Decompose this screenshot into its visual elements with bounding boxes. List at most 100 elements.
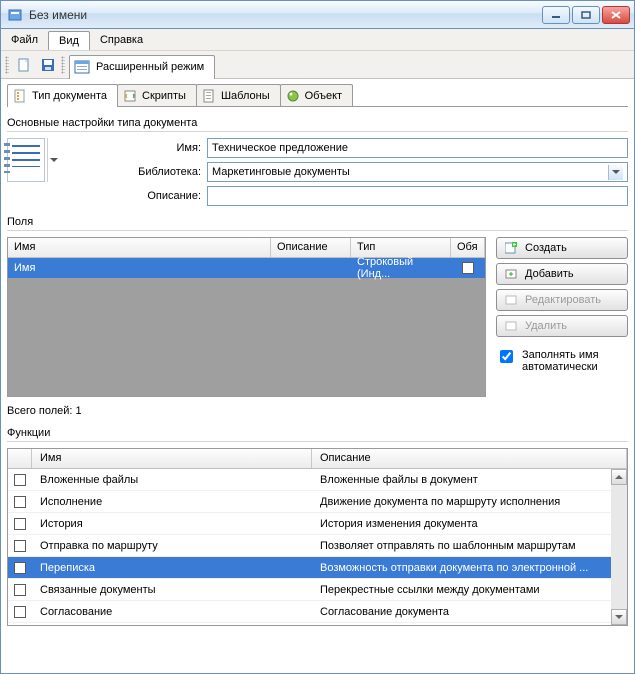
col-req[interactable]: Обя [451,238,485,257]
fields-grid-row[interactable]: Имя Строковый (Инд... [8,258,485,278]
function-desc: История изменения документа [312,518,627,530]
menu-view[interactable]: Вид [48,31,90,50]
icon-dropdown[interactable] [47,138,59,182]
scroll-up-icon[interactable] [611,469,627,485]
create-button[interactable]: Создать [496,237,628,259]
functions-header: Имя Описание [8,449,627,469]
field-required-checkbox[interactable] [462,262,474,274]
create-icon [503,240,519,256]
create-label: Создать [525,242,567,254]
fields-grid[interactable]: Имя Описание Тип Обя Имя Строковый (Инд.… [7,237,486,397]
function-row[interactable]: ПерепискаВозможность отправки документа … [8,557,627,579]
function-desc: Согласование документа [312,606,627,618]
field-name: Имя [8,262,271,274]
extended-mode-button[interactable]: Расширенный режим [69,55,215,79]
functions-scrollbar[interactable] [611,469,627,625]
function-name: Связанные документы [32,584,312,596]
function-name: История [32,518,312,530]
object-icon [285,88,301,104]
func-col-name[interactable]: Имя [32,449,312,468]
library-select[interactable]: Маркетинговые документы [207,162,628,182]
name-input[interactable] [207,138,628,158]
function-row[interactable]: ИсполнениеДвижение документа по маршруту… [8,491,627,513]
delete-label: Удалить [525,320,567,332]
tab-templates-label: Шаблоны [221,90,270,102]
menu-help[interactable]: Справка [90,29,153,50]
function-row[interactable]: Отправка по маршрутуПозволяет отправлять… [8,535,627,557]
save-button[interactable] [37,54,59,76]
function-row[interactable]: Связанные документыПерекрестные ссылки м… [8,579,627,601]
col-type[interactable]: Тип [351,238,451,257]
window-title: Без имени [29,8,542,22]
menu-file[interactable]: Файл [1,29,48,50]
content-area: Тип документа Скрипты Шаблоны Объект Осн… [1,79,634,632]
function-checkbox[interactable] [14,496,26,508]
menubar: Файл Вид Справка [1,29,634,51]
col-desc[interactable]: Описание [271,238,351,257]
toolbar-grip [5,56,9,74]
function-name: Исполнение [32,496,312,508]
tab-object[interactable]: Объект [280,84,353,106]
doc-type-icon [12,88,28,104]
app-icon [7,7,23,23]
functions-caption: Функции [7,427,628,442]
function-checkbox[interactable] [14,518,26,530]
scroll-down-icon[interactable] [611,609,627,625]
toolbar: Расширенный режим [1,51,634,79]
chevron-down-icon [608,165,623,180]
form-icon [74,59,90,75]
minimize-button[interactable] [542,6,570,24]
tab-templates[interactable]: Шаблоны [196,84,281,106]
library-label: Библиотека: [121,166,201,178]
function-row[interactable]: Вложенные файлыВложенные файлы в докумен… [8,469,627,491]
add-label: Добавить [525,268,574,280]
function-desc: Позволяет отправлять по шаблонным маршру… [312,540,627,552]
function-row[interactable]: ИсторияИстория изменения документа [8,513,627,535]
col-name[interactable]: Имя [8,238,271,257]
add-button[interactable]: Добавить [496,263,628,285]
scripts-icon [122,88,138,104]
function-checkbox[interactable] [14,606,26,618]
fields-grid-header: Имя Описание Тип Обя [8,238,485,258]
function-desc: Перекрестные ссылки между документами [312,584,627,596]
new-icon [16,57,32,73]
prop-tabs: Тип документа Скрипты Шаблоны Объект [7,83,628,107]
tab-doc-type[interactable]: Тип документа [7,84,118,107]
function-checkbox[interactable] [14,474,26,486]
main-settings-caption: Основные настройки типа документа [7,117,628,132]
toolbar-grip-2 [61,56,65,74]
description-input[interactable] [207,186,628,206]
edit-icon [503,292,519,308]
autofill-checkbox[interactable] [500,350,513,363]
field-type: Строковый (Инд... [351,256,451,280]
function-desc: Вложенные файлы в документ [312,474,627,486]
maximize-button[interactable] [572,6,600,24]
fields-counter: Всего полей: 1 [7,405,628,417]
save-icon [40,57,56,73]
library-value: Маркетинговые документы [212,166,350,178]
templates-icon [201,88,217,104]
function-desc: Возможность отправки документа по электр… [312,562,627,574]
tab-scripts[interactable]: Скрипты [117,84,197,106]
func-col-desc[interactable]: Описание [312,449,627,468]
tab-object-label: Объект [305,90,342,102]
extended-mode-label: Расширенный режим [96,61,204,73]
fields-caption: Поля [7,216,628,231]
delete-button[interactable]: Удалить [496,315,628,337]
autofill-label: Заполнять имя автоматически [522,349,628,373]
document-type-icon [7,138,45,182]
edit-button[interactable]: Редактировать [496,289,628,311]
function-checkbox[interactable] [14,562,26,574]
close-button[interactable] [602,6,630,24]
description-label: Описание: [121,190,201,202]
tab-scripts-label: Скрипты [142,90,186,102]
function-checkbox[interactable] [14,584,26,596]
function-row[interactable]: СогласованиеСогласование документа [8,601,627,623]
add-icon [503,266,519,282]
new-button[interactable] [13,54,35,76]
function-name: Согласование [32,606,312,618]
functions-grid[interactable]: Имя Описание Вложенные файлыВложенные фа… [7,448,628,626]
delete-icon [503,318,519,334]
function-checkbox[interactable] [14,540,26,552]
func-col-check [8,449,32,468]
